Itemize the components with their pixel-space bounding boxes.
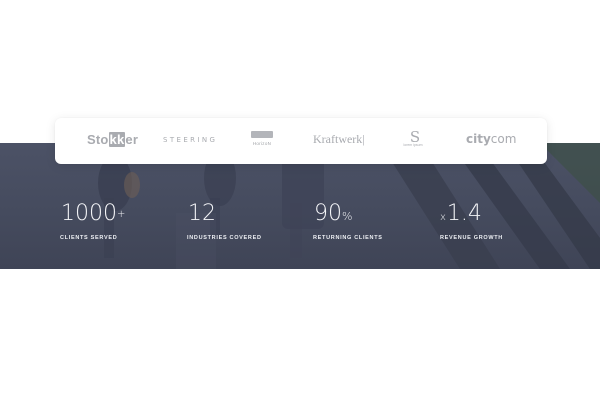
stat-value: x1.4 [440,203,503,229]
stat-number: 90 [314,201,342,226]
stat-revenue-growth: x1.4 REVENUE GROWTH [440,203,503,242]
stat-label: INDUSTRIES COVERED [187,235,262,241]
stat-value: 90% [313,203,383,229]
stat-value: 1000+ [60,203,125,229]
stat-prefix: x [440,212,446,223]
logo-text: er [125,132,139,147]
stat-label: RETURNING CLIENTS [313,235,383,241]
stat-suffix: + [117,209,126,220]
logo-horizon[interactable]: HorizoN [251,131,273,146]
logo-text: city [466,132,491,146]
stat-number: 12 [188,201,216,226]
stat-label: CLIENTS SERVED [60,235,118,241]
logo-ss[interactable]: S lorem ipsum [403,129,427,147]
stat-clients-served: 1000+ CLIENTS SERVED [60,203,125,242]
logo-subtext: lorem ipsum [403,143,423,147]
logo-text: Sto [87,132,109,147]
logo-kraftwerk[interactable]: Kraftwerk| [313,132,365,147]
logo-text-highlight: kk [108,132,126,147]
stat-suffix: % [342,210,353,223]
stat-industries-covered: 12 INDUSTRIES COVERED [187,203,262,242]
stat-returning-clients: 90% RETURNING CLIENTS [313,203,383,242]
stat-number: 1.4 [446,201,482,226]
stat-value: 12 [187,203,262,229]
logo-text: HorizoN [252,141,272,146]
stat-number: 1000 [61,201,117,226]
horizon-mark-icon [251,131,273,138]
logo-stokker[interactable]: Stokker [87,132,138,147]
logo-citycom[interactable]: citycom [466,132,516,146]
logo-steering[interactable]: STEERING [163,136,217,144]
client-logos-card: Stokker STEERING HorizoN Kraftwerk| S lo… [55,118,547,164]
logo-text: com [490,132,517,146]
stat-label: REVENUE GROWTH [440,235,503,241]
